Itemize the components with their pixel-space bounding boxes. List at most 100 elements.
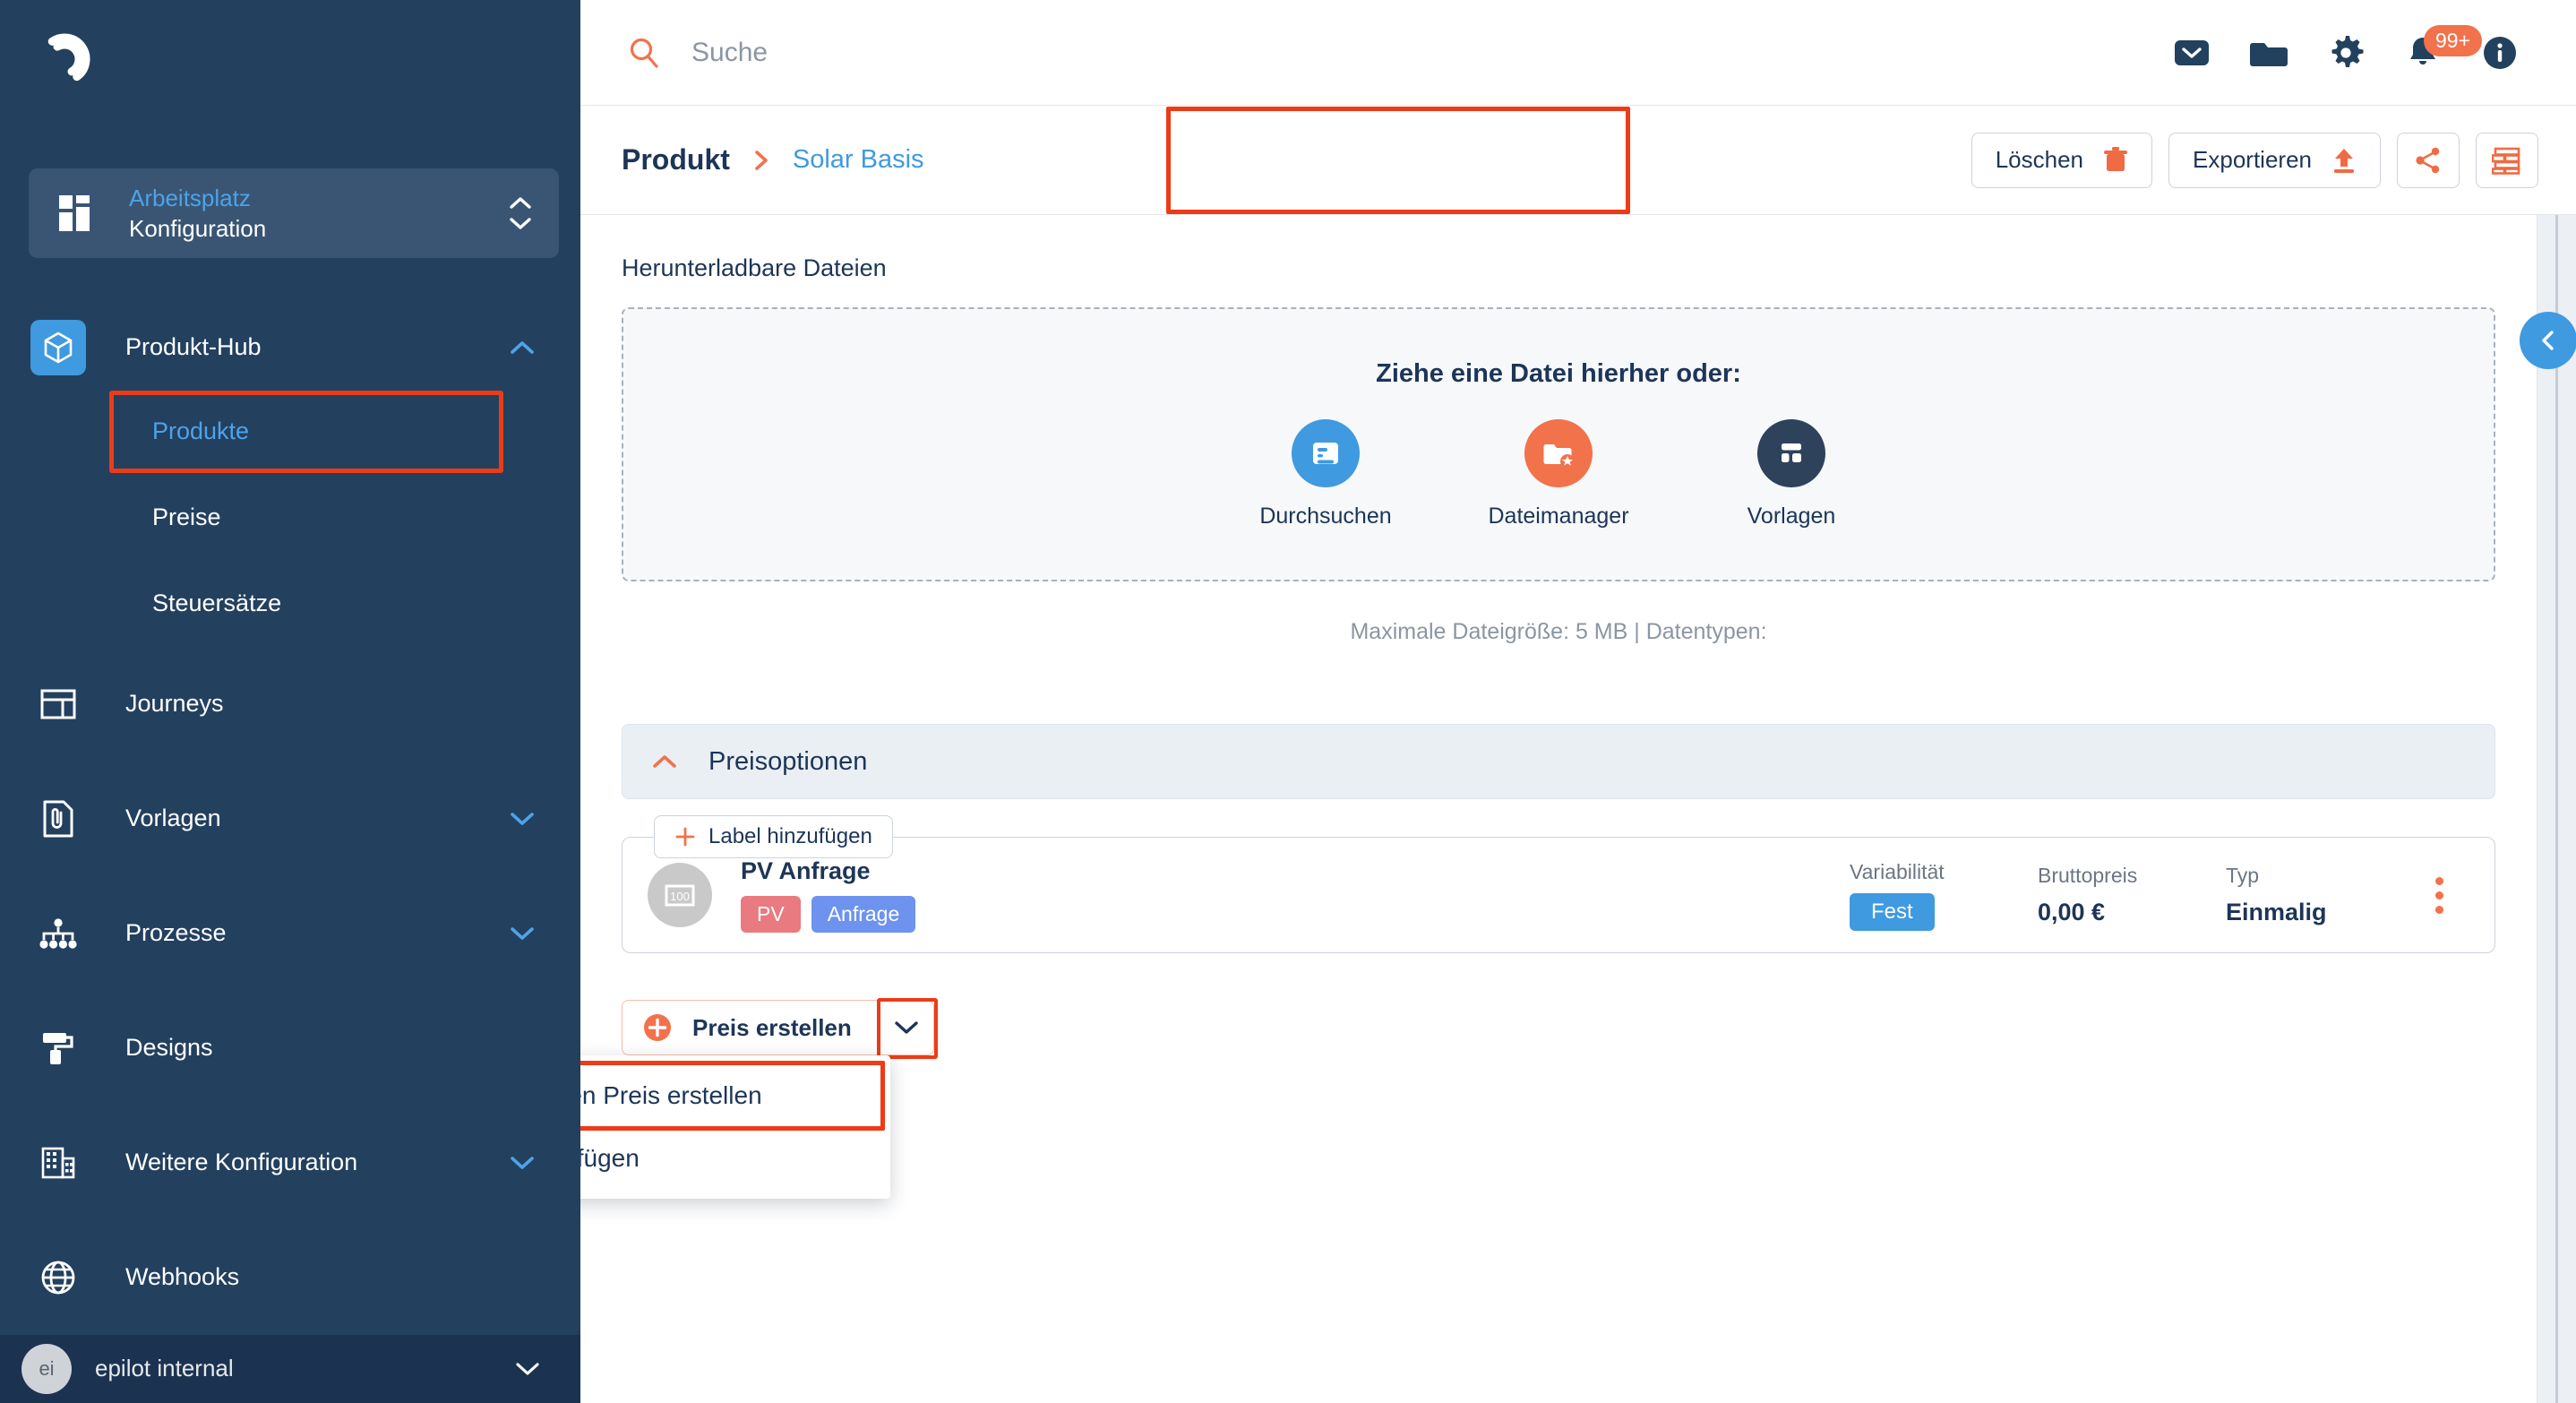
chevron-left-icon — [2542, 331, 2554, 350]
search-icon — [630, 38, 658, 68]
globe-icon — [41, 1261, 75, 1295]
dropzone-options: Durchsuchen Dateimanager Vorlagen — [1241, 419, 1876, 529]
sidebar: Arbeitsplatz Konfiguration Produkt-Hub P… — [0, 0, 580, 1403]
collapse-panel-button[interactable] — [2520, 312, 2576, 369]
dropzone-option-templates[interactable]: Vorlagen — [1706, 419, 1876, 529]
browse-file-icon-circle — [1292, 419, 1360, 487]
scrollbar[interactable] — [2520, 215, 2576, 1403]
sidebar-subitem-label: Produkte — [152, 417, 250, 445]
column-header: Typ — [2226, 864, 2260, 887]
tag-anfrage: Anfrage — [811, 896, 916, 933]
sidebar-item-prozesse[interactable]: Prozesse — [0, 876, 580, 991]
logo-container[interactable] — [0, 0, 580, 102]
delete-button[interactable]: Löschen — [1971, 132, 2153, 188]
export-button[interactable]: Exportieren — [2168, 132, 2381, 188]
kebab-menu-icon[interactable] — [2414, 876, 2464, 914]
org-switcher[interactable]: ei epilot internal — [0, 1334, 580, 1403]
create-price-dropdown-toggle[interactable] — [876, 998, 938, 1059]
column-value: 0,00 € — [2038, 899, 2106, 925]
kebab-dot — [2434, 905, 2443, 914]
add-label-button[interactable]: Label hinzufügen — [654, 815, 893, 858]
notifications-button[interactable]: 99+ — [2384, 14, 2483, 91]
chevron-up-icon — [510, 197, 531, 209]
search-input[interactable]: Suche — [580, 36, 2153, 70]
breadcrumb-bar: Produkt Solar Basis Löschen Exportieren — [580, 106, 2576, 215]
sidebar-item-webhooks[interactable]: Webhooks — [0, 1220, 580, 1335]
breadcrumb-leaf[interactable]: Solar Basis — [793, 145, 924, 175]
search-placeholder: Suche — [691, 37, 769, 67]
chevron-down-icon[interactable] — [507, 810, 537, 828]
file-dropzone[interactable]: Ziehe eine Datei hierher oder: Durchsuch… — [622, 307, 2495, 581]
weitere-konfig-icon-box — [30, 1135, 86, 1191]
files-section-label: Herunterladbare Dateien — [622, 254, 887, 281]
sidebar-group-label: Produkt-Hub — [125, 333, 262, 361]
layout-panel-icon — [40, 689, 76, 719]
workspace-value: Konfiguration — [129, 214, 267, 242]
column-bruttopreis: Bruttopreis 0,00 € — [2038, 864, 2226, 926]
menu-item-composite-price[interactable]: Zusammengesetzten Preis erstellen — [580, 1061, 890, 1131]
folder-button[interactable] — [2230, 14, 2307, 91]
org-name: epilot internal — [95, 1355, 234, 1382]
main-area: Suche 99+ Produkt Solar Basis Löschen Ex… — [580, 0, 2576, 1403]
gear-icon — [2331, 35, 2364, 67]
template-layout-icon-circle — [1757, 419, 1825, 487]
dropzone-option-filemanager[interactable]: Dateimanager — [1473, 419, 1644, 529]
add-label-text: Label hinzufügen — [708, 824, 872, 848]
chevron-down-icon[interactable] — [507, 925, 537, 943]
workspace-stepper[interactable] — [507, 195, 534, 231]
chevron-down-icon[interactable] — [512, 1360, 543, 1378]
sidebar-item-vorlagen[interactable]: Vorlagen — [0, 762, 580, 876]
scrollbar-track — [2555, 215, 2558, 1403]
blocks-button[interactable] — [2476, 132, 2538, 188]
sidebar-item-designs[interactable]: Designs — [0, 991, 580, 1106]
price-card-wrap: Label hinzufügen 100 PV Anfrage PV Anfra… — [622, 815, 2495, 953]
chevron-right-icon — [755, 150, 768, 170]
column-value: Einmalig — [2226, 899, 2327, 925]
info-button[interactable] — [2461, 14, 2538, 91]
sidebar-item-steuersaetze[interactable]: Steuersätze — [0, 561, 580, 647]
column-header: Variabilität — [1850, 859, 1945, 883]
delete-label: Löschen — [1995, 146, 2084, 173]
sidebar-item-label: Journeys — [125, 690, 224, 718]
column-header: Bruttopreis — [2038, 864, 2138, 887]
dropzone-note: Maximale Dateigröße: 5 MB | Datentypen: — [1350, 619, 1767, 644]
breadcrumb-root[interactable]: Produkt — [622, 143, 730, 176]
menu-item-add-existing[interactable]: Vorhandenes hinzufügen — [580, 1127, 890, 1190]
chevron-up-icon[interactable] — [507, 339, 537, 357]
chevron-down-icon[interactable] — [507, 1154, 537, 1172]
sidebar-item-label: Prozesse — [125, 919, 227, 947]
settings-button[interactable] — [2307, 14, 2384, 91]
kebab-dot — [2434, 876, 2443, 885]
sidebar-item-produkt-hub[interactable]: Produkt-Hub — [0, 306, 580, 389]
create-price-button[interactable]: Preis erstellen — [622, 1000, 879, 1055]
content-panel: Herunterladbare Dateien Ziehe eine Datei… — [580, 215, 2537, 1403]
sidebar-item-produkte[interactable]: Produkte — [0, 389, 580, 475]
sidebar-item-weitere-konfiguration[interactable]: Weitere Konfiguration — [0, 1106, 580, 1220]
share-button[interactable] — [2397, 132, 2460, 188]
mail-icon — [2175, 39, 2209, 65]
folder-star-icon — [1543, 444, 1575, 469]
sidebar-item-label: Webhooks — [125, 1263, 240, 1291]
menu-item-label: Zusammengesetzten Preis erstellen — [580, 1081, 762, 1109]
sidebar-item-preise[interactable]: Preise — [0, 475, 580, 561]
mail-button[interactable] — [2153, 14, 2230, 91]
content-panel-bottom-edge — [580, 1355, 2537, 1403]
table-row[interactable]: 100 PV Anfrage PV Anfrage Variabilität F… — [622, 837, 2495, 953]
dropzone-option-label: Dateimanager — [1488, 504, 1629, 529]
workspace-selector[interactable]: Arbeitsplatz Konfiguration — [29, 168, 559, 258]
browse-file-icon — [1313, 443, 1338, 464]
price-avatar: 100 — [648, 863, 712, 927]
preisoptionen-accordion-header[interactable]: Preisoptionen — [622, 724, 2495, 799]
cube-icon — [44, 331, 73, 364]
dropzone-option-browse[interactable]: Durchsuchen — [1241, 419, 1411, 529]
building-icon — [41, 1147, 75, 1179]
plus-circle-icon — [644, 1014, 671, 1041]
prozesse-icon-box — [30, 906, 86, 961]
sidebar-item-journeys[interactable]: Journeys — [0, 647, 580, 762]
trash-icon — [2104, 146, 2128, 171]
webhooks-icon-box — [30, 1250, 86, 1305]
folder-icon — [2250, 42, 2288, 66]
vorlagen-icon-box — [30, 791, 86, 847]
accordion-title: Preisoptionen — [708, 746, 868, 776]
column-typ: Typ Einmalig — [2226, 864, 2414, 926]
